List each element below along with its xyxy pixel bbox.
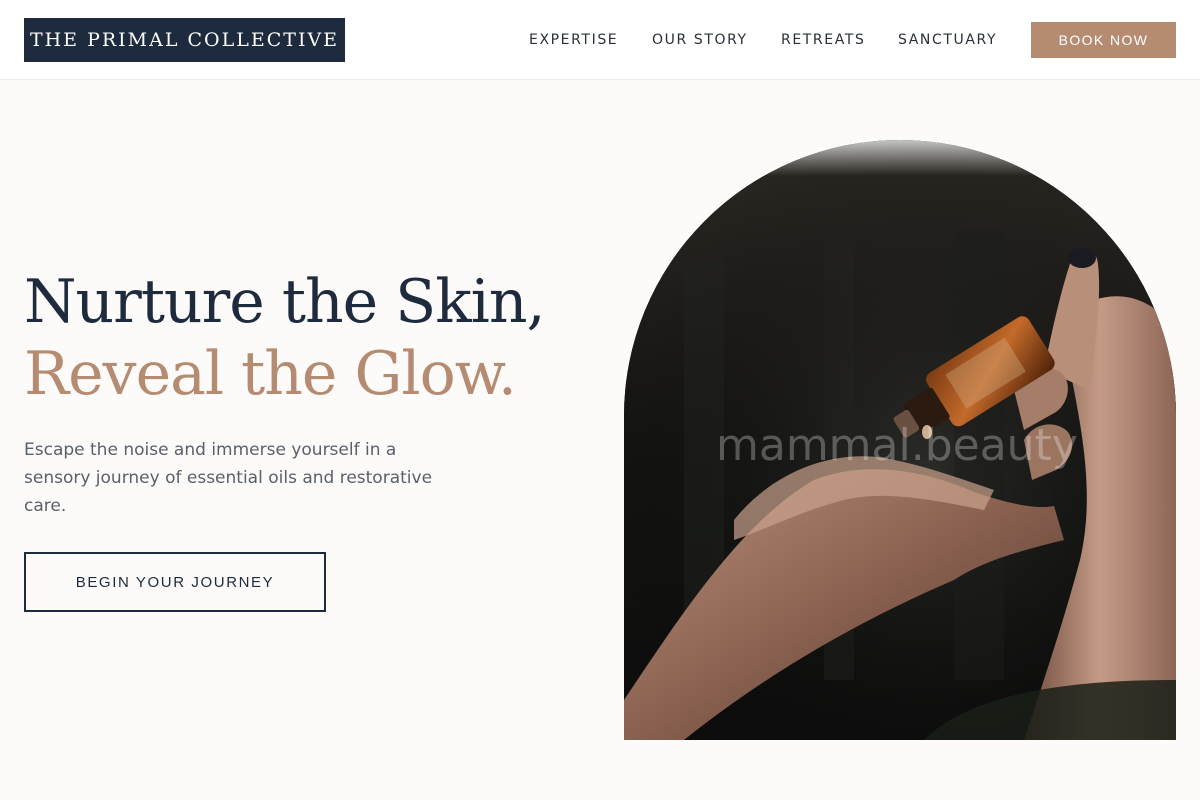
hero-intro-text: Escape the noise and immerse yourself in… [24,440,433,516]
nav-item-expertise[interactable]: EXPERTISE [529,32,618,48]
hero-headline-line1: Nurture the Skin, [24,267,546,337]
nav-item-our-story[interactable]: OUR STORY [652,32,748,48]
image-watermark: mammal.beauty [716,420,1078,471]
site-header: THE PRIMAL COLLECTIVE EXPERTISE OUR STOR… [0,0,1200,80]
nav-item-sanctuary[interactable]: SANCTUARY [898,32,997,48]
begin-journey-button[interactable]: BEGIN YOUR JOURNEY [24,552,326,612]
brand-logo[interactable]: THE PRIMAL COLLECTIVE [24,18,345,62]
book-now-button[interactable]: BOOK NOW [1031,22,1176,58]
nav-item-retreats[interactable]: RETREATS [781,32,865,48]
hero-headline-line2: Reveal the Glow. [24,339,517,409]
